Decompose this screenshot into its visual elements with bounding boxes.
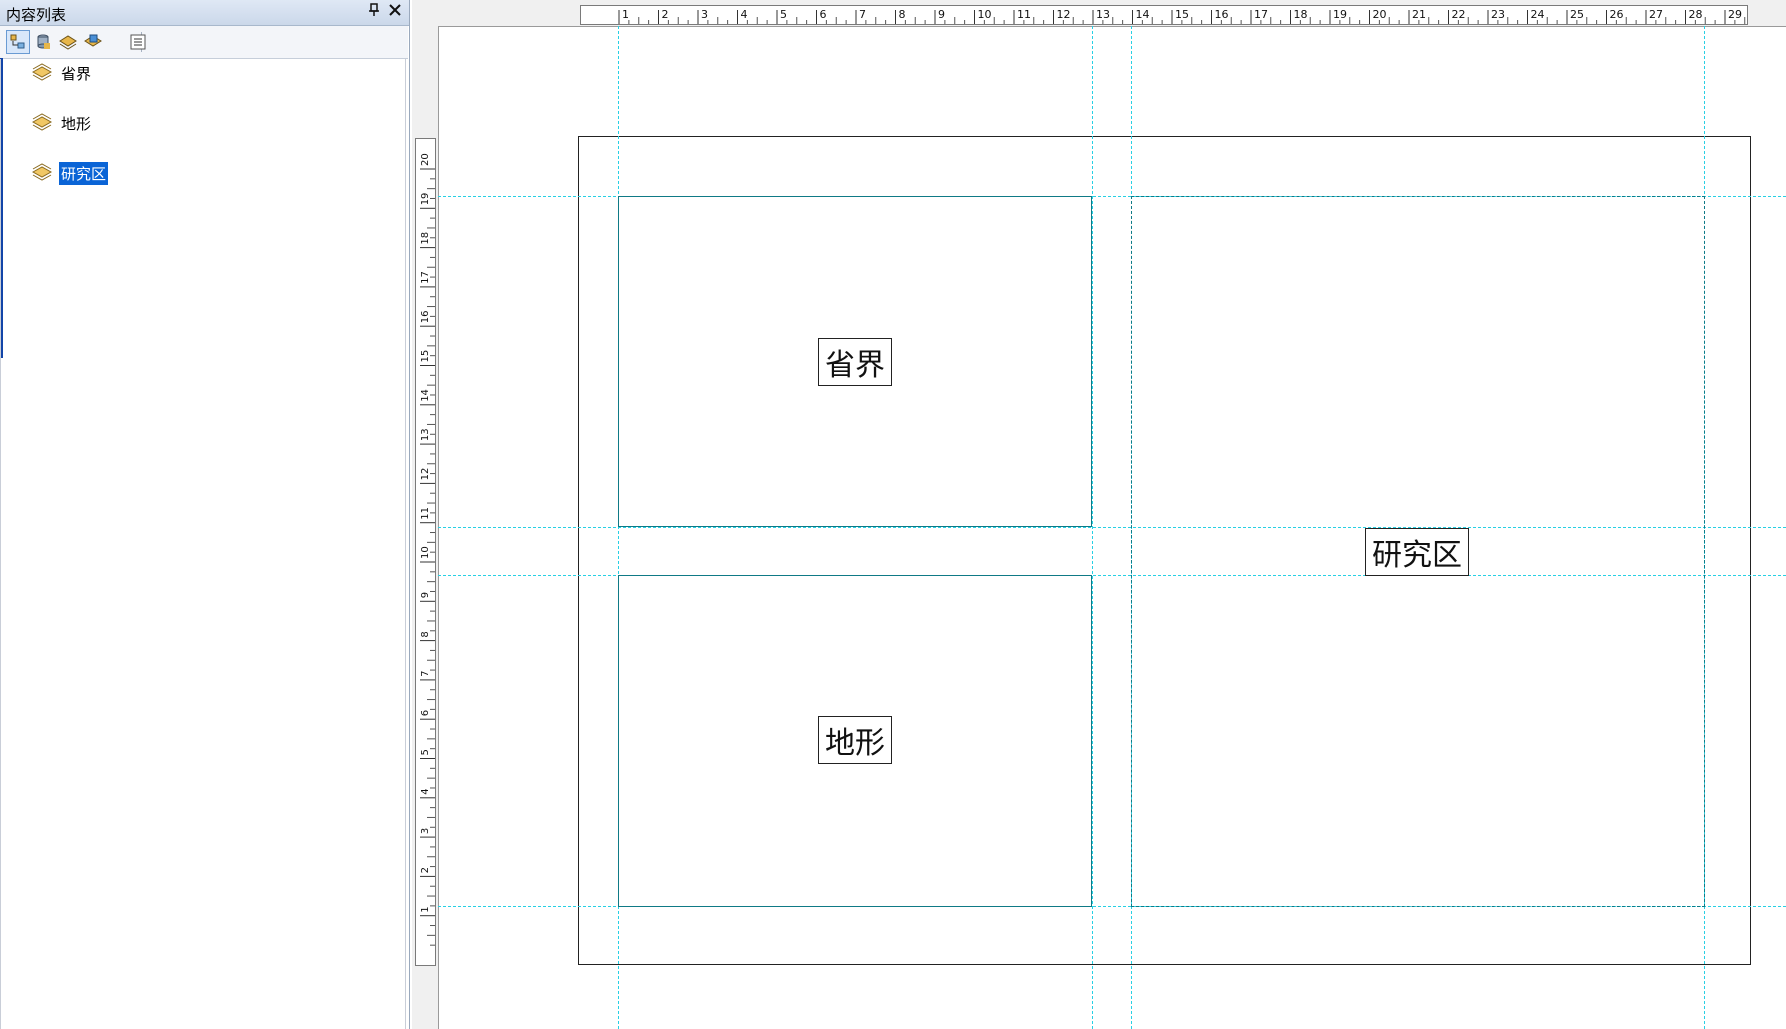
ruler-label: 8 bbox=[420, 631, 431, 637]
ruler-label: 29 bbox=[1728, 8, 1742, 21]
frame-label: 省界 bbox=[818, 338, 892, 386]
ruler-label: 3 bbox=[420, 828, 431, 834]
ruler-label: 13 bbox=[420, 428, 431, 441]
ruler-label: 20 bbox=[420, 153, 431, 166]
ruler-label: 5 bbox=[420, 749, 431, 755]
ruler-label: 24 bbox=[1531, 8, 1545, 21]
ruler-label: 7 bbox=[859, 8, 866, 21]
frame-label: 研究区 bbox=[1365, 528, 1469, 576]
ruler-label: 11 bbox=[1017, 8, 1031, 21]
layer-label-selected: 研究区 bbox=[59, 161, 109, 185]
close-icon[interactable] bbox=[389, 1, 401, 21]
ruler-label: 18 bbox=[420, 232, 431, 245]
ruler-label: 9 bbox=[420, 592, 431, 598]
ruler-label: 25 bbox=[1570, 8, 1584, 21]
ruler-label: 11 bbox=[420, 507, 431, 520]
layer-icon bbox=[31, 63, 53, 81]
ruler-label: 7 bbox=[420, 671, 431, 677]
ruler-label: 16 bbox=[420, 310, 431, 323]
ruler-label: 21 bbox=[1412, 8, 1426, 21]
frame-label: 地形 bbox=[818, 716, 892, 764]
layer-icon bbox=[31, 163, 53, 181]
list-by-visibility-icon[interactable] bbox=[56, 30, 80, 54]
ruler-label: 2 bbox=[420, 867, 431, 873]
ruler-label: 1 bbox=[420, 906, 431, 912]
toc-toolbar bbox=[0, 26, 408, 59]
ruler-label: 10 bbox=[420, 546, 431, 559]
ruler-label: 28 bbox=[1689, 8, 1703, 21]
ruler-label: 5 bbox=[780, 8, 787, 21]
ruler-label: 12 bbox=[420, 468, 431, 481]
ruler-label: 23 bbox=[1491, 8, 1505, 21]
panel-header: 内容列表 bbox=[0, 0, 409, 26]
ruler-label: 4 bbox=[741, 8, 748, 21]
ruler-label: 26 bbox=[1610, 8, 1624, 21]
ruler-label: 19 bbox=[420, 193, 431, 206]
list-by-source-icon[interactable] bbox=[31, 30, 55, 54]
ruler-label: 6 bbox=[420, 710, 431, 716]
ruler-label: 15 bbox=[420, 350, 431, 363]
ruler-label: 2 bbox=[662, 8, 669, 21]
ruler-label: 15 bbox=[1175, 8, 1189, 21]
ruler-label: 16 bbox=[1215, 8, 1229, 21]
ruler-label: 17 bbox=[1254, 8, 1268, 21]
ruler-label: 10 bbox=[978, 8, 992, 21]
ruler-label: 6 bbox=[820, 8, 827, 21]
ruler-label: 13 bbox=[1096, 8, 1110, 21]
layer-item[interactable]: 省界 bbox=[31, 61, 93, 85]
pin-icon[interactable] bbox=[368, 3, 380, 21]
ruler-label: 27 bbox=[1649, 8, 1663, 21]
list-by-selection-icon[interactable] bbox=[81, 30, 105, 54]
panel-title: 内容列表 bbox=[6, 6, 67, 24]
layer-label: 地形 bbox=[61, 114, 92, 133]
ruler-label: 12 bbox=[1057, 8, 1071, 21]
ruler-label: 1 bbox=[622, 8, 629, 21]
ruler-label: 14 bbox=[1136, 8, 1150, 21]
ruler-label: 18 bbox=[1294, 8, 1308, 21]
layer-tree: 省界 地形 研究区 bbox=[0, 59, 406, 1029]
ruler-label: 8 bbox=[899, 8, 906, 21]
options-icon[interactable] bbox=[126, 30, 150, 54]
ruler-label: 3 bbox=[701, 8, 708, 21]
list-by-drawing-order-icon[interactable] bbox=[6, 30, 30, 54]
ruler-label: 22 bbox=[1452, 8, 1466, 21]
ruler-label: 4 bbox=[420, 788, 431, 794]
table-of-contents-panel: 内容列表 省界 地形 研究区 bbox=[0, 0, 410, 1029]
ruler-label: 14 bbox=[420, 389, 431, 402]
layer-item[interactable]: 研究区 bbox=[31, 161, 109, 185]
ruler-label: 17 bbox=[420, 271, 431, 284]
ruler-label: 20 bbox=[1373, 8, 1387, 21]
ruler-label: 19 bbox=[1333, 8, 1347, 21]
horizontal-ruler[interactable]: 1 2 3 4 5 6 7 8 9 10 11 12 13 14 15 16 17 18 19 20 21 22 23 24 2… bbox=[580, 5, 1748, 25]
vertical-ruler[interactable]: 20 19 18 17 16 15 14 13 12 11 10 9 8 7 6 5 4 3 2 1 bbox=[415, 138, 436, 966]
layer-label: 省界 bbox=[61, 64, 92, 83]
ruler-label: 9 bbox=[938, 8, 945, 21]
layer-icon bbox=[31, 113, 53, 131]
layer-item[interactable]: 地形 bbox=[31, 111, 93, 135]
